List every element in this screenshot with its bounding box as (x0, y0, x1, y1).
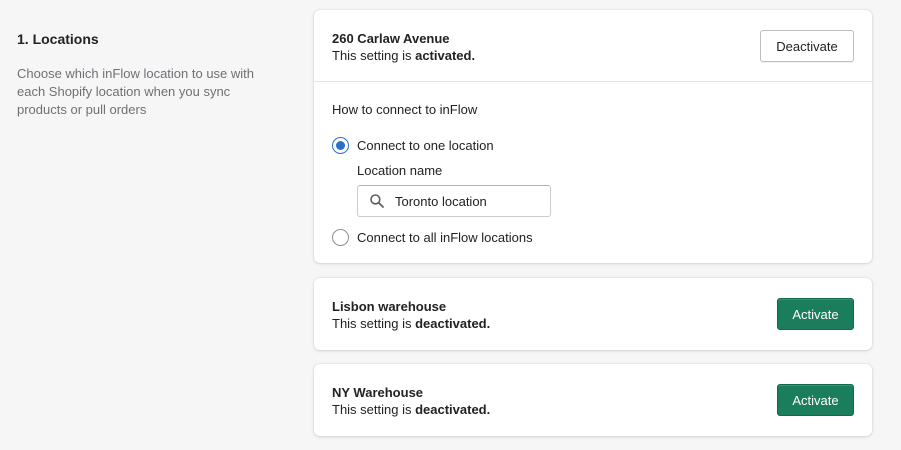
locations-settings-page: 1. Locations Choose which inFlow locatio… (0, 0, 901, 450)
location-status: This setting is deactivated. (332, 401, 854, 418)
location-status: This setting is deactivated. (332, 315, 854, 332)
connect-heading: How to connect to inFlow (332, 102, 478, 117)
radio-connect-one-location[interactable]: Connect to one location (332, 135, 854, 155)
section-title: 1. Locations (17, 31, 99, 47)
status-prefix: This setting is (332, 402, 416, 417)
status-value: activated. (415, 48, 476, 63)
location-search-input[interactable] (395, 193, 545, 209)
status-value: deactivated. (415, 316, 491, 331)
radio-button-checked[interactable] (332, 136, 349, 154)
radio-connect-all-locations[interactable]: Connect to all inFlow locations (332, 227, 854, 247)
search-icon (370, 194, 384, 208)
location-card-lisbon: Lisbon warehouse This setting is deactiv… (314, 278, 872, 350)
status-prefix: This setting is (332, 316, 416, 331)
location-card-header: Lisbon warehouse This setting is deactiv… (314, 278, 872, 350)
radio-label-all-locations: Connect to all inFlow locations (357, 229, 533, 245)
location-name: NY Warehouse (332, 385, 424, 400)
location-card-header: 260 Carlaw Avenue This setting is activa… (314, 10, 872, 82)
location-name: Lisbon warehouse (332, 299, 447, 314)
location-search-box[interactable] (357, 185, 551, 217)
location-card-carlaw: 260 Carlaw Avenue This setting is activa… (314, 10, 872, 263)
radio-button-unchecked[interactable] (332, 228, 349, 246)
location-name-field: Location name (357, 162, 854, 217)
section-info: 1. Locations Choose which inFlow locatio… (17, 30, 277, 119)
activate-button[interactable]: Activate (777, 384, 854, 416)
status-value: deactivated. (415, 402, 491, 417)
section-description: Choose which inFlow location to use with… (17, 66, 255, 117)
radio-label-one-location: Connect to one location (357, 137, 494, 153)
location-name-label: Location name (357, 163, 443, 178)
deactivate-button[interactable]: Deactivate (760, 30, 854, 62)
activate-button[interactable]: Activate (777, 298, 854, 330)
location-card-header: NY Warehouse This setting is deactivated… (314, 364, 872, 436)
location-card-ny: NY Warehouse This setting is deactivated… (314, 364, 872, 436)
status-prefix: This setting is (332, 48, 416, 63)
connect-options: How to connect to inFlow Connect to one … (314, 82, 872, 247)
